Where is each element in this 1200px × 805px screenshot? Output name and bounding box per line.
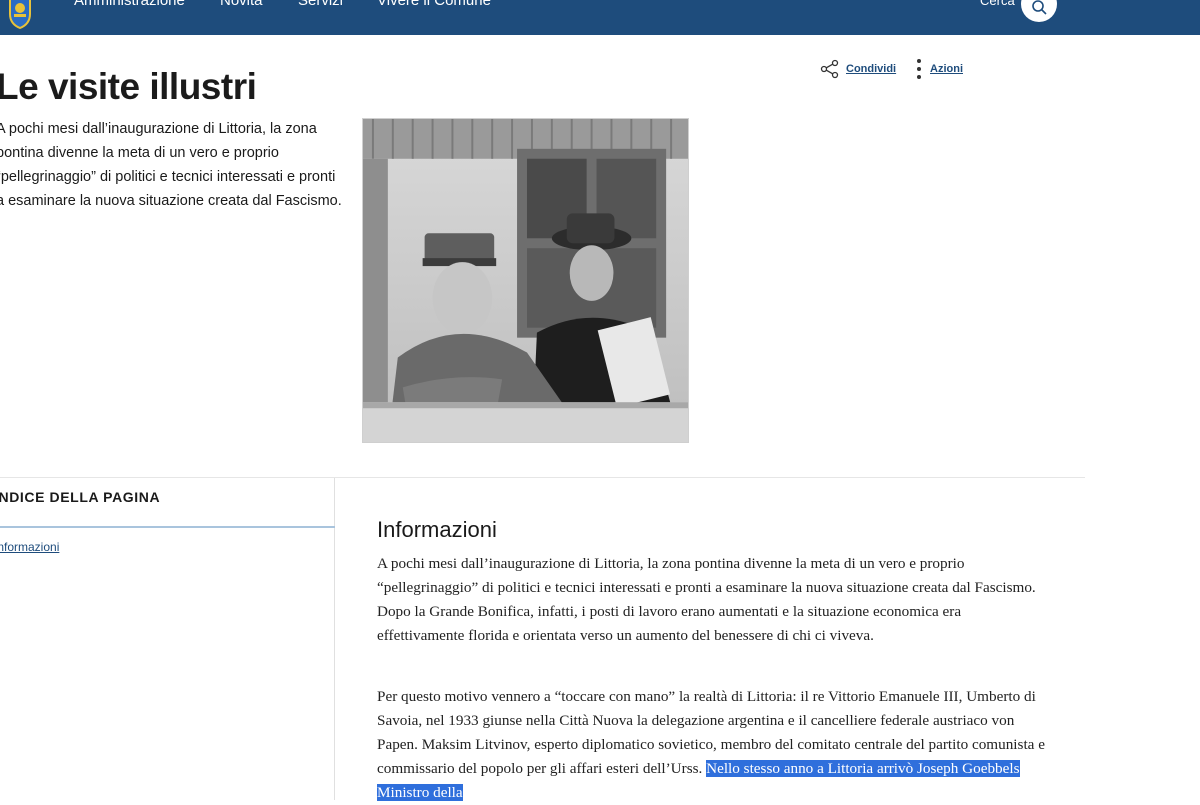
page-index-progress-bar xyxy=(0,526,335,528)
article-paragraph-1: A pochi mesi dall’inaugurazione di Litto… xyxy=(377,555,1036,644)
nav-vivere-il-comune[interactable]: Vivere il Comune xyxy=(377,0,491,9)
actions-label: Azioni xyxy=(930,63,963,75)
section-title: Informazioni xyxy=(377,517,497,542)
historical-photo xyxy=(362,118,689,443)
page-lead: A pochi mesi dall’inaugurazione di Litto… xyxy=(0,121,342,209)
nav-amministrazione[interactable]: Amministrazione xyxy=(74,0,185,9)
logo-emblem-icon xyxy=(9,0,31,30)
share-button[interactable]: Condividi xyxy=(820,59,896,79)
top-navigation-bar: Amministrazione Novità Servizi Vivere il… xyxy=(0,0,1200,35)
page-index-title: INDICE DELLA PAGINA xyxy=(0,489,161,505)
page-index-panel: INDICE DELLA PAGINA Informazioni xyxy=(0,478,335,800)
search-button[interactable] xyxy=(1021,0,1057,22)
actions-menu-button[interactable]: Azioni xyxy=(916,58,963,80)
municipality-logo[interactable] xyxy=(2,0,38,30)
share-icon xyxy=(820,59,839,79)
page-title: Le visite illustri xyxy=(0,66,257,107)
share-label: Condividi xyxy=(846,63,897,75)
index-link-informazioni[interactable]: Informazioni xyxy=(0,540,59,554)
nav-novita[interactable]: Novità xyxy=(220,0,263,9)
more-vertical-icon xyxy=(917,59,921,79)
search-label: Cerca xyxy=(980,0,1015,8)
search-icon xyxy=(1032,0,1047,15)
photo-image xyxy=(363,119,688,442)
nav-servizi[interactable]: Servizi xyxy=(298,0,343,9)
article-paragraph-2: Per questo motivo vennero a “toccare con… xyxy=(377,685,1047,805)
